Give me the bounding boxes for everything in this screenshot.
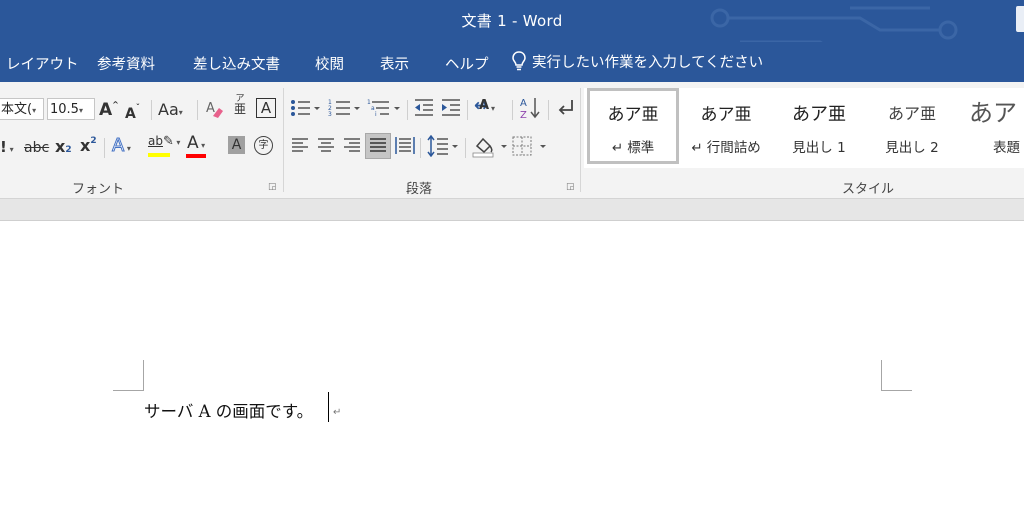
style-no-spacing[interactable]: あア亜 ↵ 行間詰め (680, 88, 772, 164)
document-page[interactable]: サーバ A の画面です。 ↵ (0, 221, 1024, 514)
phonetic-guide-button[interactable]: ア 亜 (234, 94, 247, 116)
paragraph-dialog-launcher[interactable]: ◲ (566, 182, 575, 192)
tab-layout[interactable]: レイアウト (6, 53, 79, 74)
align-left-icon[interactable] (291, 137, 309, 155)
change-case-button[interactable]: Aa▾ (158, 100, 183, 119)
tell-me-search[interactable]: 実行したい作業を入力してください (512, 51, 763, 72)
subscript-button[interactable]: x2 (55, 137, 72, 156)
style-sample: あア亜 (700, 105, 752, 125)
align-center-icon[interactable] (317, 137, 335, 155)
highlight-color-button[interactable]: ab✎ ▾ (148, 134, 180, 157)
highlight-color-bar (148, 153, 170, 157)
tab-mailings[interactable]: 差し込み文書 (193, 53, 280, 74)
enclose-characters-button[interactable]: 字 (254, 136, 273, 155)
tab-help[interactable]: ヘルプ (445, 53, 489, 74)
numbering-icon[interactable]: 123 (328, 98, 360, 118)
highlight-icon: ab (148, 134, 163, 148)
svg-text:A: A (206, 101, 215, 116)
style-heading-1[interactable]: あア亜 見出し 1 (773, 88, 865, 164)
subscript-mark: 2 (65, 145, 72, 155)
subscript-icon: x (55, 137, 66, 156)
crop-mark (881, 360, 882, 391)
distributed-icon[interactable] (395, 136, 415, 156)
style-sample: あア亜 (792, 104, 846, 125)
text-effects-icon: A (111, 135, 125, 157)
show-formatting-marks-icon[interactable] (555, 98, 575, 118)
font-color-bar (186, 154, 206, 158)
increase-indent-icon[interactable] (440, 98, 462, 118)
svg-text:i: i (375, 111, 377, 118)
style-name: 見出し 2 (885, 140, 939, 156)
ribbon-tabs: レイアウト 参考資料 差し込み文書 校閲 表示 ヘルプ 実行したい作業を入力して… (0, 42, 1024, 82)
strikethrough-button[interactable]: abc (24, 140, 49, 156)
crop-mark (881, 390, 912, 391)
style-name: ↵ 行間詰め (691, 140, 761, 156)
superscript-mark: 2 (90, 136, 97, 146)
character-shading-button[interactable]: A (228, 136, 245, 154)
styles-gallery: あア亜 ↵ 標準 あア亜 ↵ 行間詰め あア亜 見出し 1 あア亜 見出し 2 … (584, 88, 1024, 168)
style-sample: あア亜 (887, 104, 936, 123)
tab-review[interactable]: 校閲 (315, 53, 344, 74)
grow-font-icon: A (99, 100, 113, 120)
tab-view[interactable]: 表示 (380, 53, 409, 74)
character-border-button[interactable]: A (256, 98, 276, 118)
style-name: 表題 (993, 140, 1020, 156)
styles-group-label: スタイル (842, 182, 895, 197)
superscript-icon: x (80, 136, 91, 155)
justify-icon[interactable] (369, 137, 387, 155)
group-separator (580, 88, 581, 192)
decrease-indent-icon[interactable] (413, 98, 435, 118)
align-right-icon[interactable] (343, 137, 361, 155)
font-color-button[interactable]: A ▾ (186, 133, 206, 158)
grow-font-button[interactable]: A^ (99, 100, 119, 120)
sort-icon[interactable]: A Z (519, 96, 541, 120)
style-title[interactable]: あア 表題 (959, 88, 1024, 164)
tab-references[interactable]: 参考資料 (97, 53, 155, 74)
ruler-strip (0, 199, 1024, 221)
document-text[interactable]: サーバ A の画面です。 (144, 398, 313, 422)
shrink-font-icon: A (125, 106, 136, 122)
crop-mark (143, 360, 144, 391)
font-group-label: フォント (72, 182, 125, 197)
tell-me-text: 実行したい作業を入力してください (532, 55, 764, 71)
svg-text:3: 3 (328, 111, 332, 118)
style-normal[interactable]: あア亜 ↵ 標準 (587, 88, 679, 164)
lightbulb-icon (512, 51, 526, 71)
bullets-icon[interactable] (290, 98, 320, 118)
font-size-combo[interactable]: 10.5▾ (47, 98, 95, 120)
style-heading-2[interactable]: あア亜 見出し 2 (866, 88, 958, 164)
style-sample: あア (969, 99, 1017, 127)
underline-button[interactable]: ! ▾ (0, 138, 14, 156)
group-separator (283, 88, 284, 192)
font-color-icon: A (187, 133, 199, 153)
home-ribbon: 本文(▾ 10.5▾ A^ Aˇ Aa▾ A ア 亜 A ! ▾ abc x2 … (0, 82, 1024, 199)
window-control-button[interactable] (1016, 6, 1024, 32)
text-cursor (328, 392, 329, 422)
clear-formatting-icon[interactable]: A (205, 98, 225, 120)
shrink-font-button[interactable]: Aˇ (125, 103, 140, 122)
line-spacing-icon[interactable] (426, 135, 460, 157)
multilevel-list-icon[interactable]: 1ai (367, 98, 401, 118)
superscript-button[interactable]: x2 (80, 136, 97, 155)
font-dialog-launcher[interactable]: ◲ (268, 182, 277, 192)
svg-text:A: A (520, 98, 527, 109)
shading-icon[interactable] (471, 134, 509, 158)
svg-text:Z: Z (520, 110, 527, 120)
font-name-combo[interactable]: 本文(▾ (0, 98, 44, 120)
change-case-icon: Aa (158, 100, 179, 119)
paragraph-mark: ↵ (333, 407, 342, 418)
style-name: 見出し 1 (792, 140, 846, 156)
phonetic-base: 亜 (234, 102, 247, 116)
text-effects-button[interactable]: A ▾ (111, 135, 130, 157)
asian-layout-button[interactable]: ↔ A ▾ (474, 96, 495, 116)
title-bar: 文書 1 - Word (0, 0, 1024, 70)
crop-mark (113, 390, 144, 391)
paragraph-group-label: 段落 (406, 182, 433, 197)
style-sample: あア亜 (607, 105, 659, 125)
borders-icon[interactable] (512, 136, 548, 156)
font-name-value: 本文( (1, 102, 33, 117)
font-size-value: 10.5 (50, 102, 79, 117)
style-name: ↵ 標準 (611, 140, 655, 156)
